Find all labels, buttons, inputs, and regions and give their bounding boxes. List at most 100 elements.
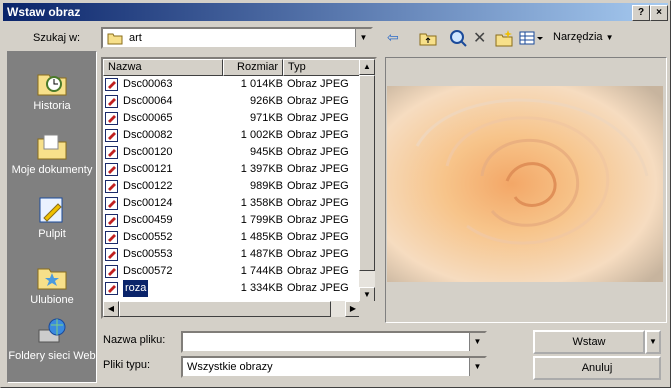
- file-name: Dsc00063: [123, 78, 173, 90]
- filename-label: Nazwa pliku:: [103, 334, 166, 346]
- title-bar[interactable]: Wstaw obraz ? ×: [3, 3, 668, 21]
- file-size: 1 334KB: [240, 282, 283, 294]
- new-folder-icon[interactable]: [495, 29, 513, 50]
- vertical-scrollbar[interactable]: ▲ ▼: [359, 59, 375, 303]
- file-name: Dsc00122: [123, 180, 173, 192]
- file-name: Dsc00572: [123, 265, 173, 277]
- file-name: Dsc00552: [123, 231, 173, 243]
- insert-options-arrow-icon[interactable]: ▼: [645, 330, 661, 354]
- file-size: 1 487KB: [240, 248, 283, 260]
- insert-button[interactable]: Wstaw: [533, 330, 645, 354]
- place-my-documents[interactable]: Moje dokumenty: [8, 130, 96, 176]
- file-size: 971KB: [249, 112, 283, 124]
- jpeg-file-icon: [105, 248, 118, 261]
- file-size: 945KB: [249, 146, 283, 158]
- up-folder-icon[interactable]: [419, 30, 437, 49]
- scroll-up-icon[interactable]: ▲: [359, 59, 375, 75]
- file-row[interactable]: Dsc00572 1 744KB Obraz JPEG: [103, 263, 361, 280]
- file-size: 1 799KB: [240, 214, 283, 226]
- help-button[interactable]: ?: [632, 5, 650, 21]
- cancel-button[interactable]: Anuluj: [533, 356, 661, 380]
- dialog-title: Wstaw obraz: [7, 5, 81, 19]
- chevron-down-icon[interactable]: ▼: [355, 29, 371, 47]
- place-desktop[interactable]: Pulpit: [8, 194, 96, 240]
- place-web-folders[interactable]: Foldery sieci Web: [8, 316, 96, 362]
- views-icon[interactable]: [519, 31, 543, 48]
- chevron-down-icon[interactable]: ▼: [469, 333, 485, 351]
- filetype-dropdown[interactable]: Wszystkie obrazy ▼: [181, 356, 487, 378]
- file-name: Dsc00553: [123, 248, 173, 260]
- chevron-down-icon[interactable]: ▼: [469, 358, 485, 376]
- file-size: 1 744KB: [240, 265, 283, 277]
- folder-icon: [107, 31, 123, 48]
- search-web-icon[interactable]: [449, 29, 467, 50]
- lookin-dropdown[interactable]: art ▼: [101, 27, 373, 49]
- web-folders-icon: [38, 318, 66, 343]
- file-row[interactable]: Dsc00064 926KB Obraz JPEG: [103, 93, 361, 110]
- file-size: 1 358KB: [240, 197, 283, 209]
- place-history[interactable]: Historia: [8, 66, 96, 112]
- file-size: 926KB: [249, 95, 283, 107]
- jpeg-file-icon: [105, 112, 118, 125]
- jpeg-file-icon: [105, 197, 118, 210]
- column-header-size[interactable]: Rozmiar: [223, 59, 283, 76]
- file-type: Obraz JPEG: [287, 129, 349, 141]
- tools-label: Narzędzia: [553, 31, 603, 43]
- file-row[interactable]: Dsc00124 1 358KB Obraz JPEG: [103, 195, 361, 212]
- back-icon[interactable]: ⇦: [387, 29, 399, 46]
- jpeg-file-icon: [105, 163, 118, 176]
- close-button[interactable]: ×: [650, 5, 668, 21]
- file-type: Obraz JPEG: [287, 231, 349, 243]
- file-row[interactable]: Dsc00065 971KB Obraz JPEG: [103, 110, 361, 127]
- file-row[interactable]: Dsc00120 945KB Obraz JPEG: [103, 144, 361, 161]
- desktop-icon: [39, 197, 63, 223]
- file-name: Dsc00120: [123, 146, 173, 158]
- file-row[interactable]: Dsc00082 1 002KB Obraz JPEG: [103, 127, 361, 144]
- filename-input[interactable]: ▼: [181, 331, 487, 353]
- file-row[interactable]: Dsc00063 1 014KB Obraz JPEG: [103, 76, 361, 93]
- horizontal-scroll-thumb[interactable]: [119, 301, 331, 317]
- column-header-type[interactable]: Typ: [283, 59, 361, 76]
- file-size: 1 002KB: [240, 129, 283, 141]
- file-row[interactable]: Dsc00122 989KB Obraz JPEG: [103, 178, 361, 195]
- file-size: 1 397KB: [240, 163, 283, 175]
- file-name: Dsc00121: [123, 163, 173, 175]
- file-name: Dsc00459: [123, 214, 173, 226]
- file-size: 1 014KB: [240, 78, 283, 90]
- file-type: Obraz JPEG: [287, 248, 349, 260]
- file-type: Obraz JPEG: [287, 265, 349, 277]
- filetype-label: Pliki typu:: [103, 359, 151, 371]
- insert-picture-dialog: Wstaw obraz ? × Szukaj w: art ▼ ⇦ ✕ Narz…: [0, 0, 671, 388]
- file-type: Obraz JPEG: [287, 214, 349, 226]
- jpeg-file-icon: [105, 95, 118, 108]
- jpeg-file-icon: [105, 78, 118, 91]
- file-row[interactable]: Dsc00121 1 397KB Obraz JPEG: [103, 161, 361, 178]
- history-icon: [37, 74, 67, 96]
- horizontal-scrollbar[interactable]: ◀ ▶: [103, 301, 361, 317]
- chevron-down-icon: ▼: [605, 33, 614, 42]
- jpeg-file-icon: [105, 231, 118, 244]
- place-favorites[interactable]: Ulubione: [8, 260, 96, 306]
- tools-menu[interactable]: Narzędzia ▼: [553, 31, 614, 43]
- file-name: roza: [121, 279, 150, 298]
- jpeg-file-icon: [105, 180, 118, 193]
- file-row[interactable]: Dsc00553 1 487KB Obraz JPEG: [103, 246, 361, 263]
- my-documents-icon: [37, 134, 67, 160]
- scroll-corner: [359, 301, 375, 317]
- file-row[interactable]: Dsc00552 1 485KB Obraz JPEG: [103, 229, 361, 246]
- scroll-left-icon[interactable]: ◀: [103, 301, 119, 317]
- jpeg-file-icon: [105, 146, 118, 159]
- file-list[interactable]: Nazwa Rozmiar Typ Dsc00063 1 014KB Obraz J…: [101, 57, 377, 319]
- favorites-icon: [37, 268, 67, 290]
- file-row[interactable]: Dsc00459 1 799KB Obraz JPEG: [103, 212, 361, 229]
- places-bar: Historia Moje dokumenty Pulpit Ulubione …: [7, 51, 97, 383]
- column-header-name[interactable]: Nazwa: [103, 59, 223, 76]
- jpeg-file-icon: [105, 214, 118, 227]
- file-type: Obraz JPEG: [287, 197, 349, 209]
- delete-icon[interactable]: ✕: [473, 28, 486, 48]
- file-row[interactable]: roza 1 334KB Obraz JPEG: [103, 279, 361, 298]
- jpeg-file-icon: [105, 282, 118, 295]
- vertical-scroll-thumb[interactable]: [359, 75, 375, 271]
- rose-preview-image: [387, 86, 663, 282]
- lookin-label: Szukaj w:: [33, 32, 81, 44]
